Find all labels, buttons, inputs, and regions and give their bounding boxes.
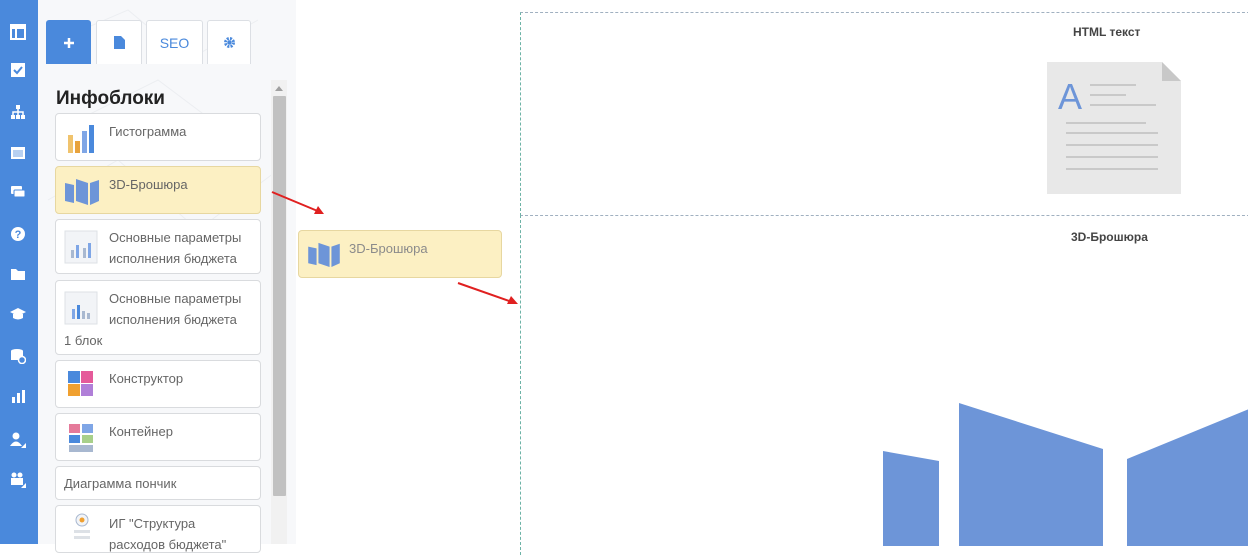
file-icon <box>113 36 125 49</box>
tab-seo[interactable]: SEO <box>146 20 203 64</box>
chart-thumbnail-icon <box>64 230 98 264</box>
users-icon[interactable] <box>6 468 30 492</box>
left-icon-rail: ? <box>0 0 38 544</box>
brochure-icon <box>65 179 99 205</box>
html-text-block[interactable]: HTML текст A <box>520 12 1248 216</box>
help-icon[interactable]: ? <box>6 222 30 246</box>
infoblock-histogram[interactable]: Гистограмма <box>55 113 261 161</box>
gear-icon <box>223 37 235 48</box>
infoblock-constructor[interactable]: Конструктор <box>55 360 261 408</box>
database-settings-icon[interactable] <box>6 344 30 368</box>
drag-arrow-2 <box>457 282 518 304</box>
comments-icon[interactable] <box>6 180 30 204</box>
user-settings-icon[interactable] <box>6 428 30 452</box>
drag-arrow-1 <box>271 191 324 214</box>
scrollbar-thumb[interactable] <box>273 96 286 496</box>
dragged-infoblock[interactable]: 3D-Брошюра <box>298 230 502 278</box>
infoblock-label: Контейнер <box>109 424 173 439</box>
brochure-icon <box>308 242 340 267</box>
tab-settings[interactable] <box>207 20 251 64</box>
infoblock-label-line2: расходов бюджета" <box>109 537 227 552</box>
scroll-up-icon[interactable] <box>274 84 284 92</box>
infoblock-budget-params[interactable]: Основные параметры исполнения бюджета <box>55 219 261 274</box>
document-icon: A <box>1047 62 1181 194</box>
brochure-icon <box>883 403 1248 546</box>
block-title: HTML текст <box>1073 25 1141 39</box>
infoblock-infographic[interactable]: ИГ "Структура расходов бюджета" <box>55 505 261 553</box>
container-icon <box>69 424 93 452</box>
calendar-icon[interactable] <box>6 140 30 164</box>
tab-page[interactable] <box>96 20 142 64</box>
3d-brochure-block[interactable]: 3D-Брошюра <box>520 215 1248 555</box>
folder-icon[interactable] <box>6 262 30 286</box>
infoblock-container[interactable]: Контейнер <box>55 413 261 461</box>
infoblock-label-line1: ИГ "Структура <box>109 516 196 531</box>
histogram-icon <box>68 125 94 153</box>
graduation-icon[interactable] <box>6 302 30 326</box>
sitemap-icon[interactable] <box>6 100 30 124</box>
block-title: 3D-Брошюра <box>1071 230 1148 244</box>
infoblock-label-extra: 1 блок <box>64 333 103 348</box>
panel-title: Инфоблоки <box>56 88 165 109</box>
infoblock-label-line2: исполнения бюджета <box>109 251 237 266</box>
infoblock-label-line1: Основные параметры <box>109 230 242 245</box>
dragged-item-label: 3D-Брошюра <box>349 241 428 256</box>
tab-seo-label: SEO <box>159 34 190 51</box>
checklist-icon[interactable] <box>6 58 30 82</box>
infoblock-donut-chart[interactable]: Диаграмма пончик <box>55 466 261 500</box>
plus-icon <box>63 37 74 48</box>
infoblock-3d-brochure[interactable]: 3D-Брошюра <box>55 166 261 214</box>
infoblock-label: 3D-Брошюра <box>109 177 188 192</box>
infoblock-label: Гистограмма <box>109 124 187 139</box>
infoblock-label: Диаграмма пончик <box>64 476 177 491</box>
infoblock-label-line2: исполнения бюджета <box>109 312 237 327</box>
puzzle-icon <box>68 371 93 396</box>
table-icon[interactable] <box>6 20 30 44</box>
infographic-icon <box>74 513 90 539</box>
svg-text:A: A <box>1058 76 1082 117</box>
tab-add[interactable] <box>46 20 91 64</box>
svg-text:?: ? <box>15 229 22 241</box>
infoblock-label: Конструктор <box>109 371 184 386</box>
chart-icon[interactable] <box>6 384 30 408</box>
infoblock-budget-params-1-block[interactable]: Основные параметры исполнения бюджета 1 … <box>55 280 261 355</box>
chart-thumbnail-icon <box>64 291 98 325</box>
infoblock-label-line1: Основные параметры <box>109 291 242 306</box>
